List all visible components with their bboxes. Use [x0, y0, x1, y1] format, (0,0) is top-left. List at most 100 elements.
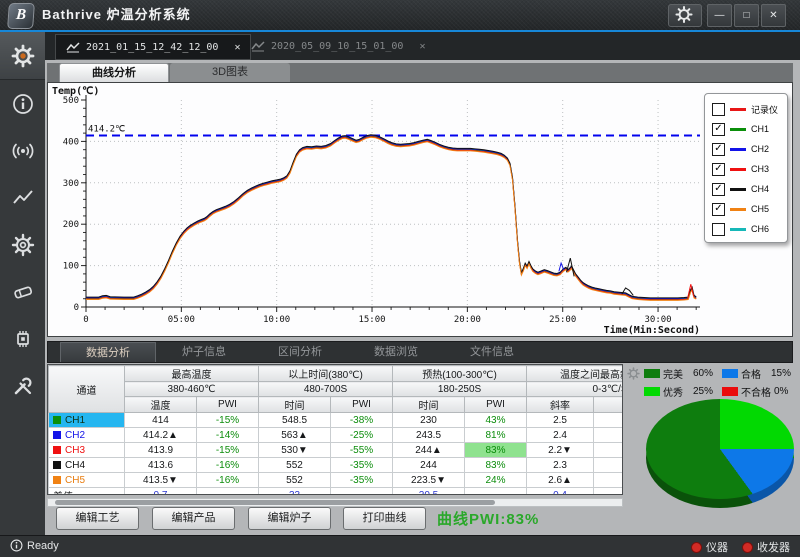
pie-category-label: 完美: [663, 366, 690, 381]
data-cell: 414: [125, 413, 197, 428]
file-tab-1[interactable]: 2021_01_15_12_42_12_00 ✕: [55, 34, 251, 60]
table-row-CH4: CH4413.6-16%552-35%24483%2.3: [49, 458, 624, 473]
data-cell: [594, 443, 623, 458]
sidebar-item-recorder[interactable]: [0, 268, 45, 315]
channel-checkbox[interactable]: ✓: [712, 183, 725, 196]
channel-name: 差值: [53, 492, 73, 495]
series-CH2: [86, 135, 696, 298]
series-CH4: [86, 135, 696, 298]
close-tab-icon[interactable]: ✕: [419, 41, 425, 52]
data-cell: 20.5: [393, 488, 465, 496]
channel-name: CH4: [65, 460, 85, 471]
channel-cell[interactable]: CH3: [49, 443, 125, 458]
sidebar-item-parameters[interactable]: [0, 221, 45, 268]
sidebar-item-settings[interactable]: [0, 32, 45, 80]
channel-cell[interactable]: CH1: [49, 413, 125, 428]
view-tab-bar: 曲线分析 3D图表: [47, 63, 793, 82]
svg-text:15:00: 15:00: [358, 315, 385, 325]
table-horizontal-scrollbar[interactable]: [47, 498, 623, 507]
channel-cell[interactable]: 差值: [49, 488, 125, 496]
data-cell: -14%: [197, 428, 259, 443]
file-tab-label: 2020_05_09_10_15_01_00: [271, 41, 403, 52]
channel-checkbox[interactable]: ✓: [712, 163, 725, 176]
data-cell: 83%: [465, 443, 527, 458]
pie-legend: 完美60%合格15%优秀25%不合格0%: [644, 366, 796, 399]
titlebar-settings-button[interactable]: [668, 4, 702, 27]
table-row-差值: 差值0.73320.50.4: [49, 488, 624, 496]
table-row-CH3: CH3413.9-15%530▼-55%244▲83%2.2▼: [49, 443, 624, 458]
instrument-status-dot: [691, 542, 702, 553]
file-tab-2[interactable]: 2020_05_09_10_15_01_00 ✕: [241, 34, 435, 58]
gear-icon: [627, 367, 640, 380]
channel-data-table-wrap: 通道最高温度以上时间(380℃)预热(100-300℃)温度之间最高斜率(100…: [47, 364, 623, 495]
pie-settings-icon[interactable]: [627, 367, 640, 380]
curve-icon: [11, 186, 35, 210]
svg-text:30:00: 30:00: [645, 315, 672, 325]
data-cell: 244: [393, 458, 465, 473]
column-header: PWI: [465, 397, 527, 413]
tab-file-info[interactable]: 文件信息: [444, 342, 540, 362]
instrument-status[interactable]: 仪器: [691, 539, 728, 555]
maximize-button[interactable]: □: [734, 4, 759, 27]
channel-cell[interactable]: CH5: [49, 473, 125, 488]
close-tab-icon[interactable]: ✕: [234, 42, 240, 53]
chart-legend-item-CH6: CH6: [712, 219, 787, 239]
channel-cell[interactable]: CH4: [49, 458, 125, 473]
tab-3d-chart[interactable]: 3D图表: [170, 63, 290, 82]
tab-interval-analysis[interactable]: 区间分析: [252, 342, 348, 362]
info-icon: [11, 92, 35, 116]
close-button[interactable]: ✕: [761, 4, 786, 27]
minimize-button[interactable]: —: [707, 4, 732, 27]
sidebar-item-chip[interactable]: [0, 315, 45, 362]
ready-status: Ready: [10, 539, 59, 552]
eraser-icon: [11, 280, 35, 304]
gear-icon: [669, 5, 699, 24]
sidebar-item-signal[interactable]: [0, 127, 45, 174]
edit-process-button[interactable]: 编辑工艺: [56, 507, 139, 530]
transceiver-label: 收发器: [757, 539, 790, 555]
edit-furnace-button[interactable]: 编辑炉子: [248, 507, 331, 530]
gear-outline-icon: [11, 233, 35, 257]
gear-icon: [11, 44, 35, 68]
tab-data-browse[interactable]: 数据浏览: [348, 342, 444, 362]
channel-color-swatch: [730, 208, 746, 211]
signal-icon: [11, 139, 35, 163]
data-cell: [594, 428, 623, 443]
data-cell: 0.7: [125, 488, 197, 496]
chart-legend-item-CH3: ✓CH3: [712, 159, 787, 179]
channel-checkbox[interactable]: ✓: [712, 203, 725, 216]
x-axis-label: Time(Min:Second): [604, 324, 700, 336]
tab-curve-analysis[interactable]: 曲线分析: [59, 63, 169, 82]
transceiver-status-dot: [742, 542, 753, 553]
channel-name: CH2: [65, 430, 85, 441]
channel-checkbox[interactable]: [712, 103, 725, 116]
app-window: B Bathrive 炉温分析系统 — □ ✕: [0, 0, 800, 557]
transceiver-status[interactable]: 收发器: [742, 539, 790, 555]
column-header: [594, 397, 623, 413]
edit-product-button[interactable]: 编辑产品: [152, 507, 235, 530]
tab-data-analysis[interactable]: 数据分析: [60, 342, 156, 362]
app-title: Bathrive 炉温分析系统: [42, 0, 191, 30]
data-cell: 413.9: [125, 443, 197, 458]
column-header: PWI: [197, 397, 259, 413]
sidebar-item-info[interactable]: [0, 80, 45, 127]
data-cell: -25%: [331, 428, 393, 443]
data-cell: 548.5: [259, 413, 331, 428]
data-cell: 83%: [465, 458, 527, 473]
pie-category-pct: 0%: [774, 386, 788, 397]
pie-legend-item-优秀: 优秀25%: [644, 384, 722, 399]
ready-text: Ready: [27, 540, 59, 552]
channel-cell[interactable]: CH2: [49, 428, 125, 443]
tab-furnace-info[interactable]: 炉子信息: [156, 342, 252, 362]
print-curve-button[interactable]: 打印曲线: [343, 507, 426, 530]
sidebar-item-curve[interactable]: [0, 174, 45, 221]
channel-checkbox[interactable]: ✓: [712, 143, 725, 156]
channel-checkbox[interactable]: ✓: [712, 123, 725, 136]
scrollbar-thumb[interactable]: [55, 500, 495, 505]
channel-checkbox[interactable]: [712, 223, 725, 236]
status-bar: Ready 仪器 收发器: [0, 535, 800, 557]
sidebar-item-tools[interactable]: [0, 362, 45, 409]
pie-swatch: [644, 369, 660, 378]
data-cell: 563▲: [259, 428, 331, 443]
pie-chart: [646, 399, 794, 499]
